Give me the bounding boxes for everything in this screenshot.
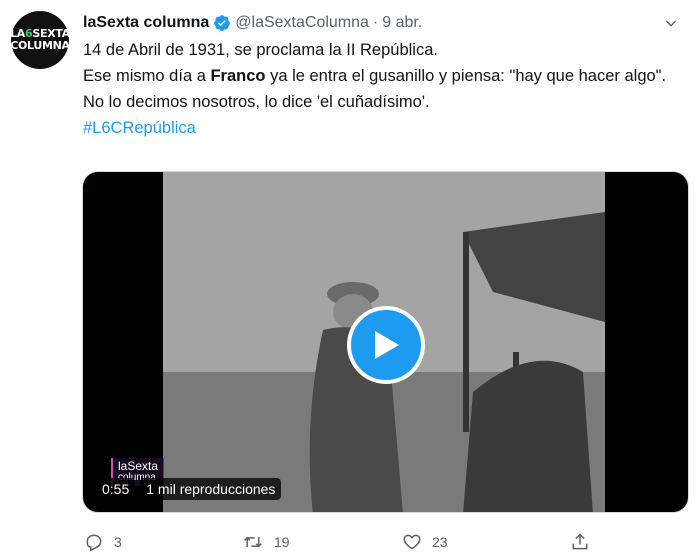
- play-button[interactable]: [347, 306, 425, 384]
- retweet-icon: [244, 536, 262, 548]
- author-name[interactable]: laSexta columna: [83, 14, 209, 32]
- reply-icon: [86, 534, 102, 552]
- retweet-button[interactable]: 19: [242, 528, 290, 556]
- avatar[interactable]: LA6SEXTA COLUMNA: [11, 11, 69, 69]
- tweet-header: laSexta columna @laSextaColumna · 9 abr.: [83, 12, 656, 34]
- reply-button[interactable]: 3: [84, 528, 122, 556]
- hashtag-link[interactable]: #L6CRepública: [83, 115, 683, 141]
- tweet-line: 14 de Abril de 1931, se proclama la II R…: [83, 41, 438, 59]
- share-icon: [572, 533, 588, 550]
- video-player[interactable]: laSexta columna 0:55 1 mil reproduccione…: [82, 171, 689, 513]
- like-count: 23: [432, 534, 448, 550]
- reply-count: 3: [114, 534, 122, 550]
- tweet-line: Ese mismo día a Franco ya le entra el gu…: [83, 67, 667, 85]
- play-icon: [375, 331, 399, 359]
- author-handle[interactable]: @laSextaColumna: [235, 14, 369, 32]
- share-button[interactable]: [570, 528, 590, 556]
- heart-icon: [403, 534, 421, 550]
- like-button[interactable]: 23: [402, 528, 448, 556]
- tweet-line: No lo decimos nosotros, lo dice 'el cuña…: [83, 93, 430, 111]
- separator: ·: [372, 14, 379, 31]
- view-count: 1 mil reproducciones: [140, 478, 282, 500]
- timestamp[interactable]: 9 abr.: [382, 14, 422, 32]
- tweet-actions: 3 19 23: [82, 528, 612, 556]
- video-duration: 0:55: [96, 478, 136, 500]
- more-options-chevron-icon[interactable]: [660, 12, 682, 34]
- mention-bold: Franco: [210, 67, 266, 85]
- tweet-text: 14 de Abril de 1931, se proclama la II R…: [83, 37, 683, 141]
- retweet-count: 19: [274, 534, 290, 550]
- verified-badge-icon: [213, 14, 231, 32]
